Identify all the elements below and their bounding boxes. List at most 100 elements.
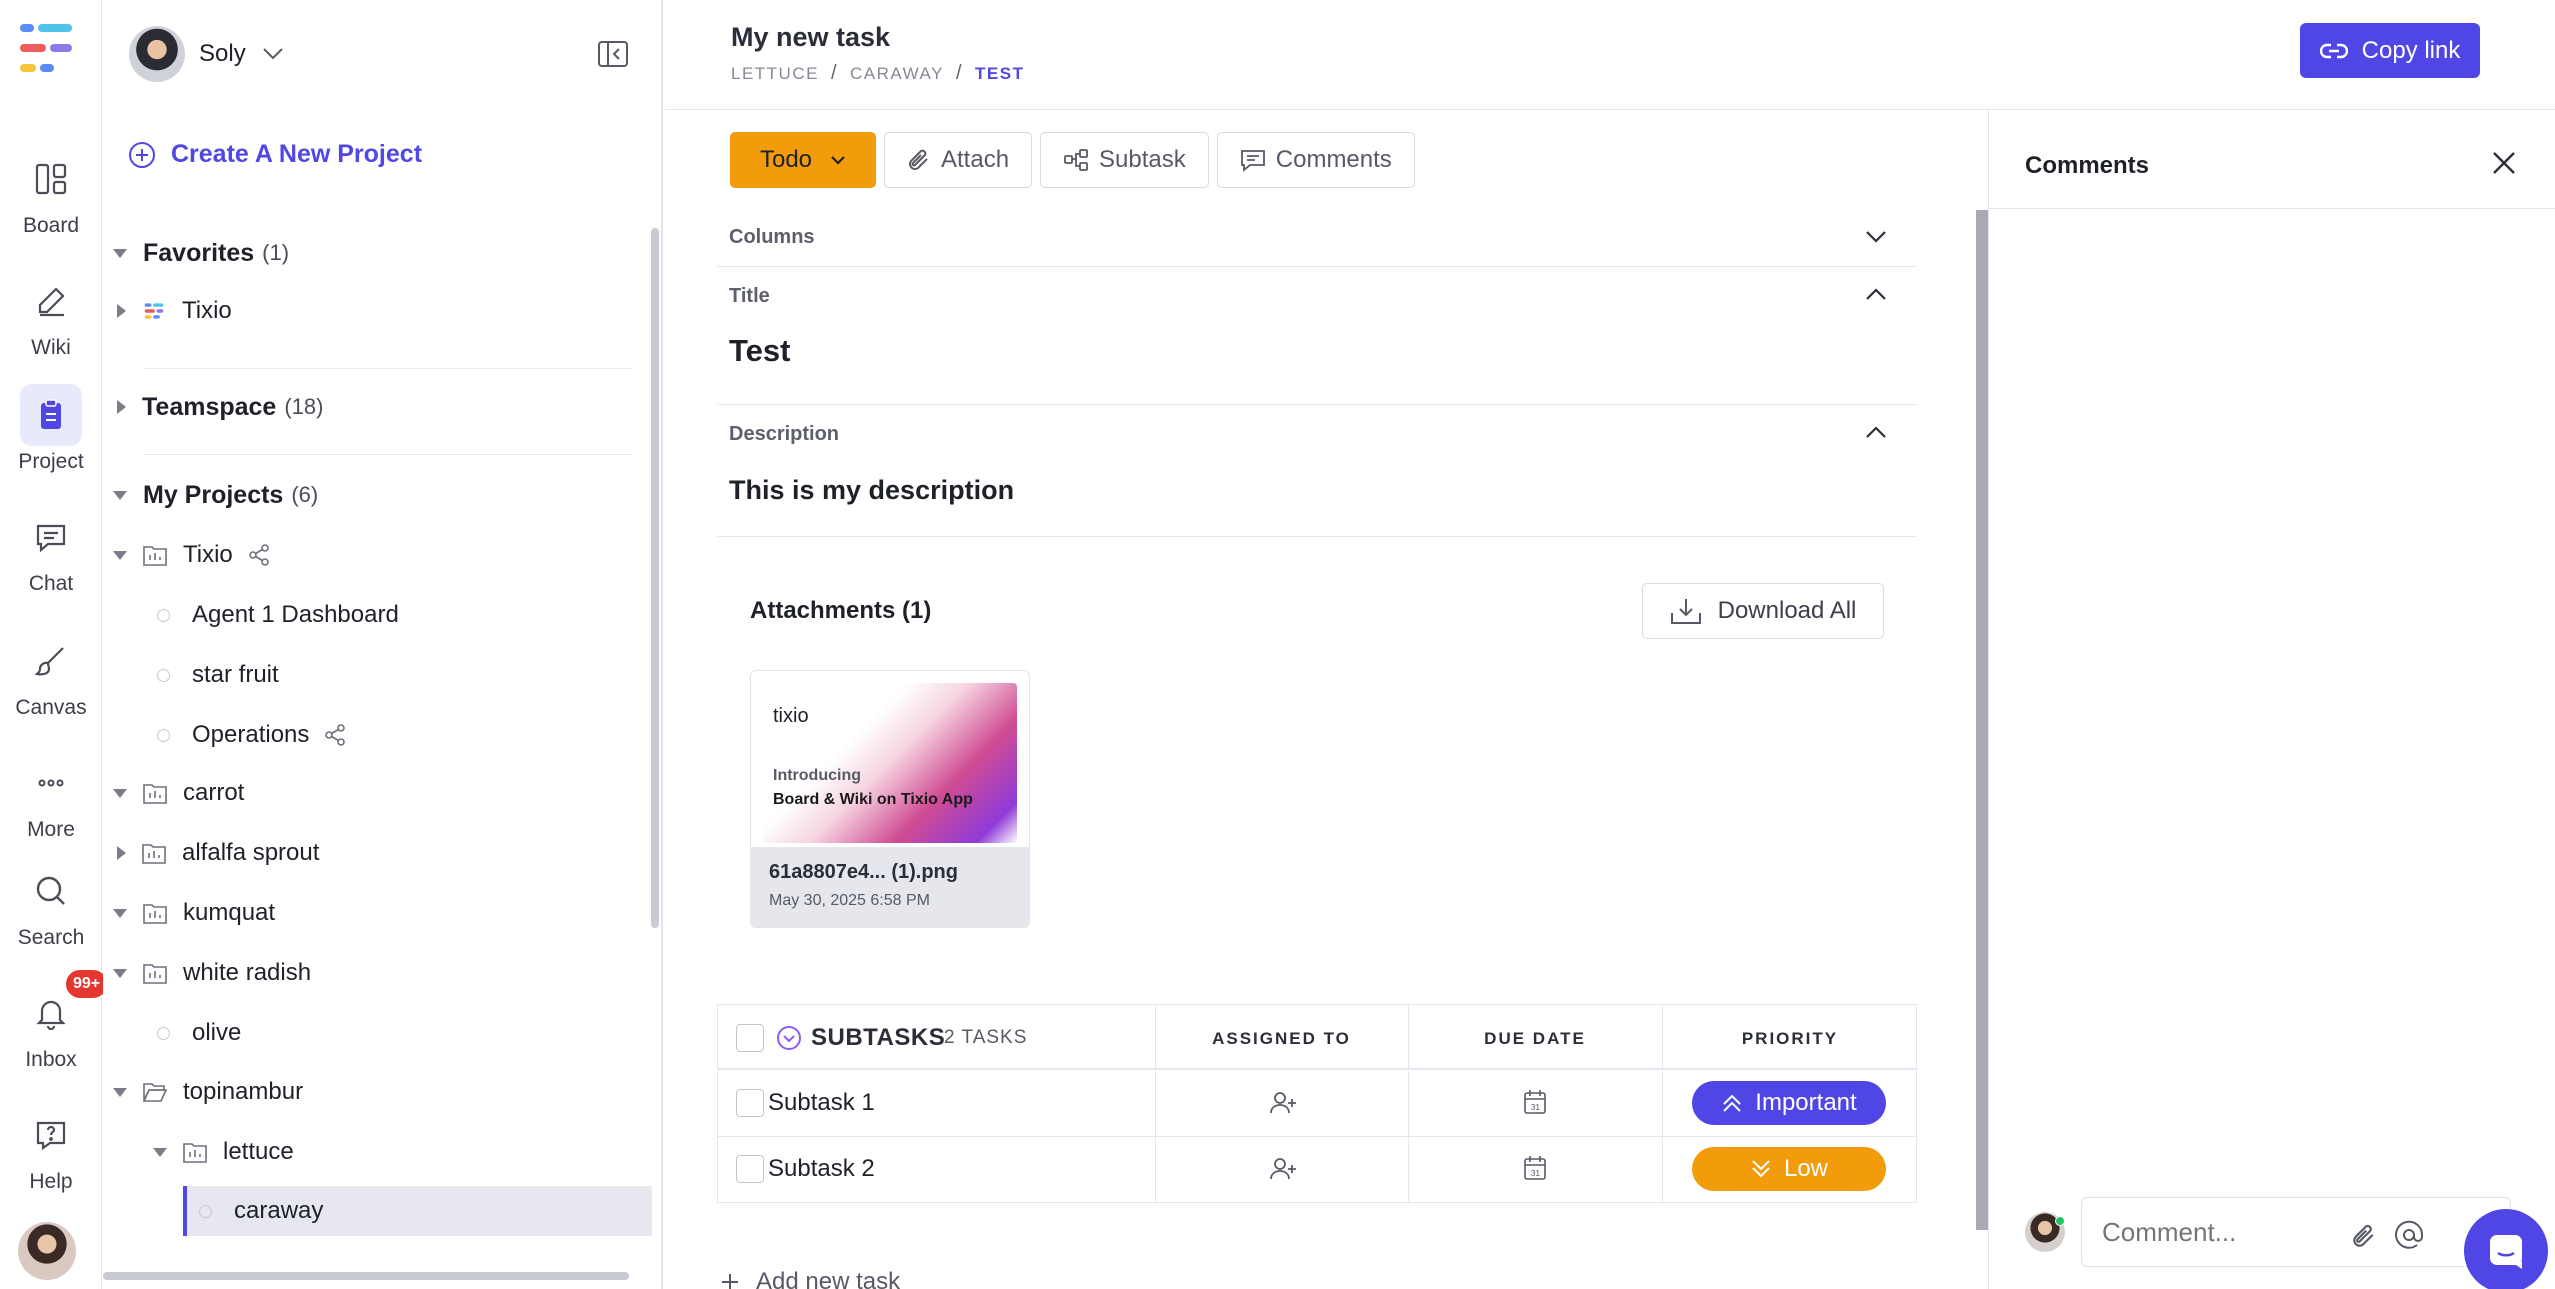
row-checkbox[interactable] xyxy=(736,1155,764,1183)
download-all-button[interactable]: Download All xyxy=(1642,583,1884,639)
calendar-icon[interactable]: 31 xyxy=(1523,1155,1547,1181)
chat-bubble-icon xyxy=(2490,1235,2522,1269)
subtask-name[interactable]: Subtask 1 xyxy=(768,1089,875,1117)
caret-right-icon xyxy=(117,304,126,318)
row-checkbox[interactable] xyxy=(736,1089,764,1117)
link-icon xyxy=(2319,43,2348,58)
table-row[interactable]: Subtask 1 31 Important xyxy=(717,1071,1917,1137)
close-icon[interactable] xyxy=(2491,150,2517,176)
breadcrumb-item[interactable]: LETTUCE xyxy=(731,64,819,84)
priority-badge[interactable]: Low xyxy=(1692,1147,1886,1191)
project-topinambur[interactable]: topinambur xyxy=(113,1067,653,1117)
my-projects-section[interactable]: My Projects (6) xyxy=(113,470,653,520)
project-tixio[interactable]: Tixio xyxy=(113,530,653,580)
status-dropdown[interactable]: Todo xyxy=(730,132,876,188)
preview-line: Board & Wiki on Tixio App xyxy=(773,791,973,808)
sidebar-vertical-scrollbar[interactable] xyxy=(651,228,659,928)
collapse-circle-icon[interactable] xyxy=(776,1025,802,1051)
columns-accordion[interactable]: Columns xyxy=(717,210,1917,267)
rail-more[interactable]: More xyxy=(0,752,102,842)
create-project-button[interactable]: Create A New Project xyxy=(129,140,422,169)
pencil-icon xyxy=(20,270,82,332)
rail-project[interactable]: Project xyxy=(0,384,102,474)
project-folder-icon xyxy=(183,1143,207,1163)
project-lettuce[interactable]: lettuce xyxy=(153,1127,661,1177)
subtask-name[interactable]: Subtask 2 xyxy=(768,1155,875,1183)
status-dot-icon xyxy=(157,668,170,682)
chevron-up-icon[interactable] xyxy=(1865,425,1887,439)
project-carrot[interactable]: carrot xyxy=(113,768,653,818)
project-sidebar: Soly Create A New Project Favorites (1) … xyxy=(103,0,663,1289)
subtask-button[interactable]: Subtask xyxy=(1040,132,1209,188)
column-divider xyxy=(1155,1137,1156,1202)
favorite-item-tixio[interactable]: Tixio xyxy=(113,286,653,336)
app-logo-icon[interactable] xyxy=(18,22,78,82)
rail-help[interactable]: Help xyxy=(0,1104,102,1194)
caret-down-icon xyxy=(113,490,127,500)
column-divider xyxy=(1662,1137,1663,1202)
title-value[interactable]: Test xyxy=(729,333,790,369)
section-count: (1) xyxy=(262,240,290,265)
caret-right-icon xyxy=(117,846,126,860)
breadcrumb-item[interactable]: CARAWAY xyxy=(850,64,944,84)
add-assignee-icon[interactable] xyxy=(1268,1157,1298,1181)
rail-canvas[interactable]: Canvas xyxy=(0,630,102,720)
add-new-task-button[interactable]: Add new task xyxy=(720,1268,900,1289)
rail-search[interactable]: Search xyxy=(0,860,102,950)
teamspace-section[interactable]: Teamspace (18) xyxy=(113,382,653,432)
user-avatar[interactable] xyxy=(18,1222,76,1280)
project-kumquat[interactable]: kumquat xyxy=(113,888,653,938)
rail-label: Inbox xyxy=(25,1048,77,1071)
list-item-caraway-selected[interactable]: caraway xyxy=(183,1186,652,1236)
attach-button[interactable]: Attach xyxy=(884,132,1033,188)
sidebar-horizontal-scrollbar[interactable] xyxy=(103,1272,629,1280)
comment-input[interactable] xyxy=(2081,1197,2511,1267)
chevron-up-icon[interactable] xyxy=(1865,287,1887,301)
paperclip-icon[interactable] xyxy=(2351,1222,2377,1250)
list-item[interactable]: Operations xyxy=(157,710,661,760)
item-label: olive xyxy=(192,1019,242,1046)
item-label: Agent 1 Dashboard xyxy=(192,601,399,628)
list-item[interactable]: Agent 1 Dashboard xyxy=(157,590,661,640)
calendar-icon[interactable]: 31 xyxy=(1523,1089,1547,1115)
rail-inbox[interactable]: 99+ Inbox xyxy=(0,968,110,1072)
download-icon xyxy=(1670,599,1701,624)
project-label: carrot xyxy=(183,779,245,806)
attachment-card[interactable]: tixio Introducing Board & Wiki on Tixio … xyxy=(750,670,1030,928)
share-icon[interactable] xyxy=(323,723,347,747)
select-all-checkbox[interactable] xyxy=(736,1024,764,1052)
priority-label: Low xyxy=(1783,1155,1829,1182)
favorites-section[interactable]: Favorites (1) xyxy=(113,228,653,278)
list-item[interactable]: olive xyxy=(157,1008,661,1058)
paperclip-icon xyxy=(909,149,928,170)
add-assignee-icon[interactable] xyxy=(1268,1091,1298,1115)
comments-button[interactable]: Comments xyxy=(1216,132,1415,188)
rail-chat[interactable]: Chat xyxy=(0,506,102,596)
status-dot-icon xyxy=(157,1026,170,1040)
comments-panel: Comments xyxy=(1988,110,2555,1289)
rail-label: Board xyxy=(22,214,80,237)
attach-label: Attach xyxy=(941,146,1010,173)
rail-wiki[interactable]: Wiki xyxy=(0,270,102,360)
description-value[interactable]: This is my description xyxy=(729,475,1014,506)
attachment-date: May 30, 2025 6:58 PM xyxy=(769,892,930,909)
priority-badge[interactable]: Important xyxy=(1692,1081,1886,1125)
section-label: My Projects xyxy=(143,480,284,509)
copy-link-button[interactable]: Copy link xyxy=(2300,23,2480,78)
comment-icon xyxy=(1240,150,1265,172)
rail-label: Help xyxy=(29,1170,73,1193)
support-chat-button[interactable] xyxy=(2464,1209,2548,1289)
project-white-radish[interactable]: white radish xyxy=(113,948,653,998)
project-folder-icon xyxy=(142,844,166,864)
collapse-sidebar-icon[interactable] xyxy=(597,40,629,68)
share-icon[interactable] xyxy=(247,543,271,567)
rail-board[interactable]: Board xyxy=(0,148,102,238)
table-row[interactable]: Subtask 2 31 Low xyxy=(717,1137,1917,1203)
task-title[interactable]: My new task xyxy=(731,22,890,53)
breadcrumb: LETTUCE / CARAWAY / TEST xyxy=(731,62,1025,84)
mention-icon[interactable] xyxy=(2394,1220,2424,1250)
list-item[interactable]: star fruit xyxy=(157,650,661,700)
workspace-switcher[interactable]: Soly xyxy=(129,26,284,82)
project-alfalfa-sprout[interactable]: alfalfa sprout xyxy=(113,828,653,878)
chevron-down-icon[interactable] xyxy=(1865,230,1887,244)
